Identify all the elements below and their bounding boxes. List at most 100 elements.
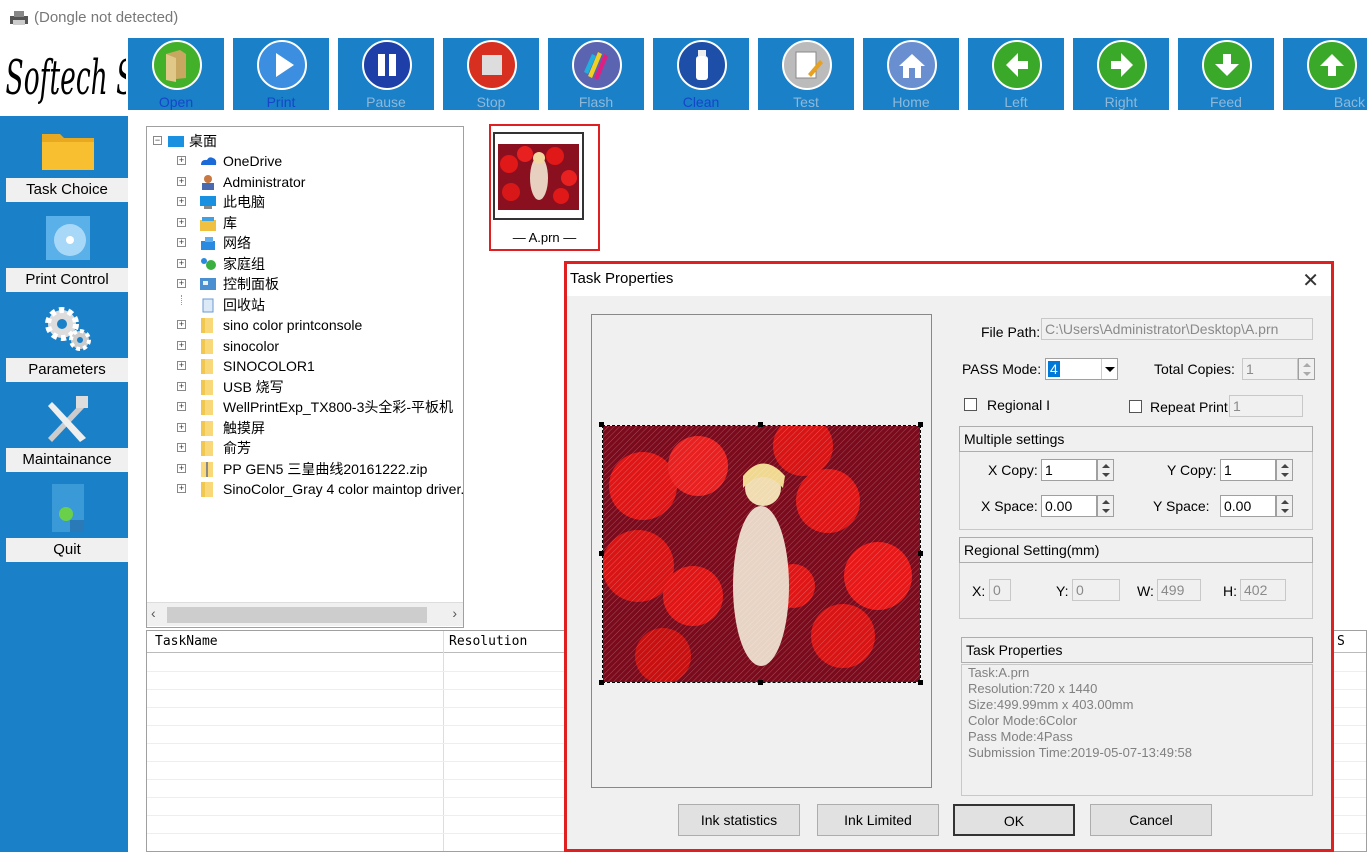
x-copy-field[interactable]: 1 bbox=[1041, 459, 1097, 481]
expand-icon[interactable]: + bbox=[177, 484, 186, 493]
clean-label: Clean bbox=[682, 94, 720, 110]
regional-checkbox[interactable] bbox=[964, 398, 977, 411]
expand-icon[interactable]: + bbox=[177, 463, 186, 473]
pause-icon bbox=[362, 40, 412, 90]
folder-tree[interactable]: − 桌面 + OneDrive + Administrator + 此电脑 + 库 + 网络 + 家庭… bbox=[146, 126, 464, 628]
sidebar-item-label: Maintainance bbox=[6, 448, 128, 472]
y-space-stepper[interactable] bbox=[1276, 495, 1293, 517]
tree-item-label: 控制面板 bbox=[223, 276, 279, 292]
tree-item-label: WellPrintExp_TX800-3头全彩-平板机 bbox=[223, 399, 454, 415]
cancel-button[interactable]: Cancel bbox=[1090, 804, 1212, 836]
feed-button[interactable]: Feed bbox=[1178, 38, 1274, 110]
sidebar-item-label: Parameters bbox=[6, 358, 128, 382]
sidebar-item-maintainance[interactable]: Maintainance bbox=[6, 386, 128, 472]
close-icon[interactable]: ✕ bbox=[1302, 268, 1319, 293]
right-button[interactable]: Right bbox=[1073, 38, 1169, 110]
window-title: (Dongle not detected) bbox=[34, 9, 179, 26]
expand-icon[interactable]: + bbox=[177, 197, 186, 206]
arrow-up-icon bbox=[1307, 40, 1357, 90]
ink-limited-button[interactable]: Ink Limited bbox=[817, 804, 939, 836]
column-header-s[interactable]: S bbox=[1337, 634, 1345, 649]
stop-button[interactable]: Stop bbox=[443, 38, 539, 110]
task-info-line: Submission Time:2019-05-07-13:49:58 bbox=[968, 745, 1193, 760]
ok-button[interactable]: OK bbox=[953, 804, 1075, 836]
x-label: X: bbox=[972, 583, 986, 599]
y-label: Y: bbox=[1056, 583, 1069, 599]
expand-icon[interactable]: + bbox=[177, 443, 186, 452]
chevron-down-icon[interactable] bbox=[1101, 359, 1117, 379]
scroll-right-arrow-icon[interactable]: › bbox=[452, 605, 457, 621]
column-header-taskname[interactable]: TaskName bbox=[155, 634, 218, 649]
folder-icon bbox=[201, 441, 213, 456]
expand-icon[interactable]: + bbox=[177, 361, 186, 370]
regional-setting-header: Regional Setting(mm) bbox=[959, 537, 1313, 563]
y-space-field[interactable]: 0.00 bbox=[1220, 495, 1276, 517]
file-name: — A.prn — bbox=[512, 230, 577, 245]
left-button[interactable]: Left bbox=[968, 38, 1064, 110]
tools-icon bbox=[48, 396, 88, 442]
expand-icon[interactable]: + bbox=[177, 381, 186, 391]
file-path-label: File Path: bbox=[981, 324, 1041, 340]
expand-icon[interactable]: + bbox=[177, 238, 186, 247]
home-button[interactable]: Home bbox=[863, 38, 959, 110]
expand-icon[interactable]: + bbox=[177, 156, 186, 165]
scroll-thumb[interactable] bbox=[167, 607, 427, 623]
clean-button[interactable]: Clean bbox=[653, 38, 749, 110]
image-preview bbox=[591, 314, 932, 788]
sidebar-item-label: Task Choice bbox=[6, 178, 128, 202]
total-copies-stepper bbox=[1298, 358, 1315, 380]
scroll-left-arrow-icon[interactable]: ‹ bbox=[151, 605, 156, 621]
expand-icon[interactable]: + bbox=[177, 422, 186, 432]
expand-icon[interactable]: + bbox=[177, 176, 186, 186]
sidebar-item-print-control[interactable]: Print Control bbox=[6, 206, 128, 292]
tree-item-label: 网络 bbox=[223, 235, 251, 251]
task-properties-header: Task Properties bbox=[961, 637, 1313, 663]
x-field: 0 bbox=[989, 579, 1011, 601]
y-space-label: Y Space: bbox=[1153, 498, 1210, 514]
onedrive-icon bbox=[201, 157, 217, 165]
pause-button[interactable]: Pause bbox=[338, 38, 434, 110]
file-thumbnail[interactable]: — A.prn — bbox=[489, 124, 600, 251]
pause-label: Pause bbox=[366, 94, 406, 110]
sidebar-item-task-choice[interactable]: Task Choice bbox=[6, 116, 128, 202]
toolbar: Softech Software Open Print Pause Stop F… bbox=[0, 34, 1367, 114]
printer-icon bbox=[10, 11, 28, 25]
repeat-print-field: 1 bbox=[1229, 395, 1303, 417]
expand-icon[interactable]: + bbox=[177, 258, 186, 268]
x-space-stepper[interactable] bbox=[1097, 495, 1114, 517]
computer-icon bbox=[200, 196, 216, 209]
multiple-settings-header: Multiple settings bbox=[959, 426, 1313, 452]
expand-icon[interactable]: + bbox=[177, 320, 186, 329]
softech-logo: Softech Software bbox=[4, 42, 126, 110]
x-copy-label: X Copy: bbox=[988, 462, 1038, 478]
sidebar-item-quit[interactable]: Quit bbox=[6, 476, 128, 562]
expand-icon[interactable]: + bbox=[177, 402, 186, 411]
test-button[interactable]: Test bbox=[758, 38, 854, 110]
home-icon bbox=[887, 40, 937, 90]
collapse-icon[interactable]: − bbox=[153, 136, 162, 145]
tree-item-label: 此电脑 bbox=[223, 194, 265, 210]
y-copy-field[interactable]: 1 bbox=[1220, 459, 1276, 481]
open-button[interactable]: Open bbox=[128, 38, 224, 110]
tree-horizontal-scrollbar[interactable]: ‹ › bbox=[147, 602, 463, 626]
folder-icon bbox=[201, 379, 213, 395]
thumbnail-image bbox=[495, 134, 582, 218]
ink-statistics-button[interactable]: Ink statistics bbox=[678, 804, 800, 836]
back-button[interactable]: Back bbox=[1283, 38, 1367, 110]
column-header-resolution[interactable]: Resolution bbox=[449, 634, 527, 649]
print-button[interactable]: Print bbox=[233, 38, 329, 110]
preview-photo bbox=[603, 426, 920, 682]
expand-icon[interactable]: + bbox=[177, 279, 186, 288]
expand-icon[interactable]: + bbox=[177, 217, 186, 227]
expand-icon[interactable]: + bbox=[177, 340, 186, 350]
flash-button[interactable]: Flash bbox=[548, 38, 644, 110]
right-label: Right bbox=[1104, 94, 1138, 110]
tree-item-label: USB 烧写 bbox=[223, 378, 284, 395]
pass-mode-label: PASS Mode: bbox=[962, 361, 1042, 377]
sidebar-item-parameters[interactable]: Parameters bbox=[6, 296, 128, 382]
y-copy-stepper[interactable] bbox=[1276, 459, 1293, 481]
x-copy-stepper[interactable] bbox=[1097, 459, 1114, 481]
repeat-print-checkbox[interactable] bbox=[1129, 400, 1142, 413]
preview-image[interactable] bbox=[602, 425, 921, 683]
x-space-field[interactable]: 0.00 bbox=[1041, 495, 1097, 517]
